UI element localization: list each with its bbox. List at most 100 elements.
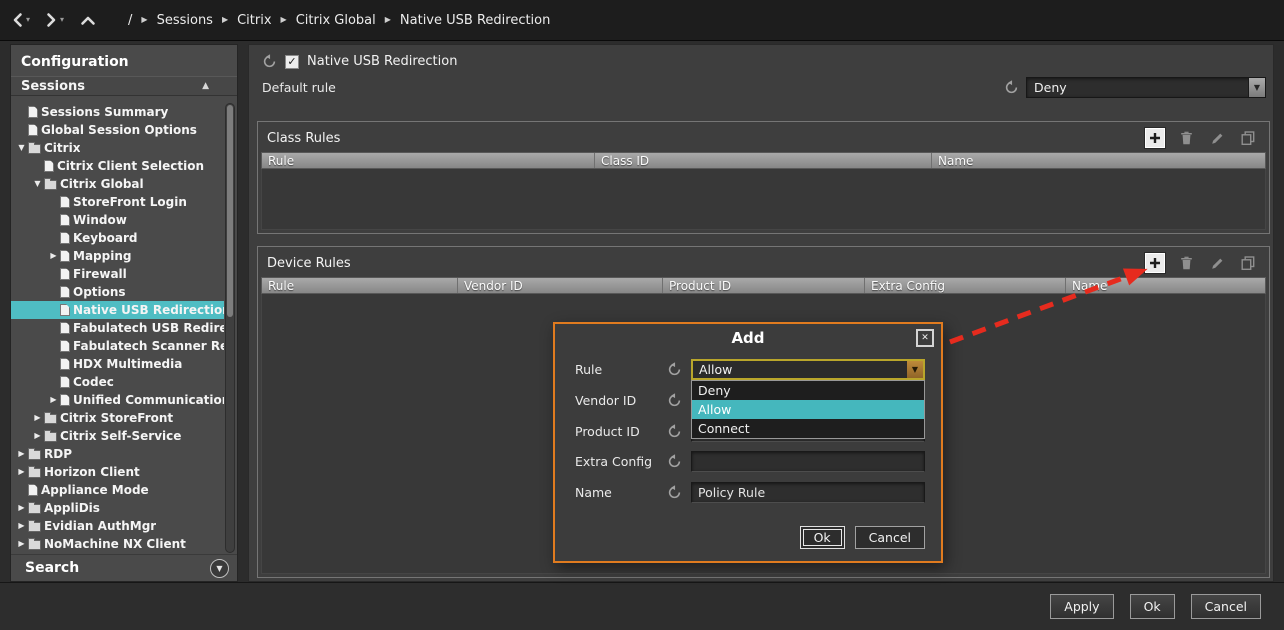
add-class-rule-button[interactable] — [1145, 128, 1165, 148]
breadcrumb-item-citrix[interactable]: Citrix — [237, 13, 271, 28]
ok-button[interactable]: Ok — [1130, 594, 1175, 619]
reset-icon[interactable] — [667, 362, 691, 377]
breadcrumb-root[interactable]: / — [128, 13, 132, 28]
tree-item[interactable]: ▼Citrix — [11, 139, 224, 157]
folder-icon — [28, 468, 41, 478]
back-history-dropdown-icon[interactable]: ▾ — [26, 16, 30, 24]
tree-item[interactable]: Codec — [11, 373, 224, 391]
tree-item[interactable]: Window — [11, 211, 224, 229]
back-button[interactable] — [12, 12, 23, 28]
dropdown-option-connect[interactable]: Connect — [692, 419, 924, 438]
tree-item[interactable]: HDX Multimedia — [11, 355, 224, 373]
expand-icon[interactable]: ▶ — [15, 540, 28, 548]
extra-config-input[interactable] — [691, 451, 925, 472]
tree-item[interactable]: Appliance Mode — [11, 481, 224, 499]
column-header-vendor-id[interactable]: Vendor ID — [458, 278, 663, 293]
dropdown-arrow-icon[interactable]: ▼ — [907, 361, 923, 378]
sidebar-scrollbar[interactable] — [225, 103, 235, 553]
cancel-button[interactable]: Cancel — [1191, 594, 1261, 619]
rule-select-value: Allow — [693, 362, 907, 377]
column-header-rule[interactable]: Rule — [262, 278, 458, 293]
default-rule-select[interactable]: Deny ▼ — [1026, 77, 1266, 98]
expand-icon[interactable]: ▶ — [31, 432, 44, 440]
up-button[interactable] — [80, 15, 96, 26]
column-header-name[interactable]: Name — [1066, 278, 1265, 293]
sidebar-section-sessions[interactable]: Sessions ▲ — [11, 76, 237, 96]
enable-checkbox[interactable]: ✓ — [285, 55, 299, 69]
tree-item[interactable]: Sessions Summary — [11, 103, 224, 121]
tree-item[interactable]: Fabulatech Scanner Re — [11, 337, 224, 355]
tree-item-label: Horizon Client — [41, 465, 140, 479]
tree-item[interactable]: Options — [11, 283, 224, 301]
collapse-icon[interactable]: ▼ — [31, 180, 44, 188]
name-input[interactable] — [691, 482, 925, 503]
document-icon — [60, 250, 70, 262]
dropdown-option-allow-selected[interactable]: Allow — [692, 400, 924, 419]
forward-button[interactable] — [46, 12, 57, 28]
search-section[interactable]: Search ▼ — [11, 554, 237, 581]
tree-item[interactable]: ▶Citrix Self-Service — [11, 427, 224, 445]
tree-item[interactable]: ▶NoMachine NX Client — [11, 535, 224, 553]
edit-device-rule-button[interactable] — [1207, 253, 1227, 273]
tree-item[interactable]: ▼Citrix Global — [11, 175, 224, 193]
reset-icon[interactable] — [667, 424, 691, 439]
tree-item[interactable]: ▶Mapping — [11, 247, 224, 265]
expand-icon[interactable]: ▶ — [15, 522, 28, 530]
duplicate-class-rule-button[interactable] — [1238, 128, 1258, 148]
tree-item-label: Options — [70, 285, 126, 299]
column-header-name[interactable]: Name — [932, 153, 1265, 168]
tree-item-selected[interactable]: Native USB Redirection — [11, 301, 224, 319]
tree-item[interactable]: StoreFront Login — [11, 193, 224, 211]
reset-icon[interactable] — [1004, 80, 1019, 95]
breadcrumb-item-citrix-global[interactable]: Citrix Global — [296, 13, 376, 28]
reset-icon[interactable] — [262, 54, 277, 69]
forward-history-dropdown-icon[interactable]: ▾ — [60, 16, 64, 24]
tree-item[interactable]: ▶Citrix StoreFront — [11, 409, 224, 427]
field-label: Rule — [575, 362, 667, 377]
reset-icon[interactable] — [667, 454, 691, 469]
add-device-rule-button[interactable] — [1145, 253, 1165, 273]
reset-icon[interactable] — [667, 393, 691, 408]
duplicate-device-rule-button[interactable] — [1238, 253, 1258, 273]
section-collapse-icon[interactable]: ▲ — [202, 82, 209, 91]
expand-icon[interactable]: ▶ — [47, 252, 60, 260]
tree-item[interactable]: ▶Evidian AuthMgr — [11, 517, 224, 535]
tree-item[interactable]: Keyboard — [11, 229, 224, 247]
apply-button[interactable]: Apply — [1050, 594, 1113, 619]
column-header-product-id[interactable]: Product ID — [663, 278, 865, 293]
tree-item[interactable]: Firewall — [11, 265, 224, 283]
dialog-ok-button[interactable]: Ok — [800, 526, 845, 549]
scrollbar-thumb[interactable] — [227, 105, 233, 317]
tree-item[interactable]: ▶RDP — [11, 445, 224, 463]
dropdown-option-deny[interactable]: Deny — [692, 381, 924, 400]
dialog-cancel-button[interactable]: Cancel — [855, 526, 925, 549]
expand-icon[interactable]: ▶ — [15, 450, 28, 458]
breadcrumb-item-native-usb-redirection[interactable]: Native USB Redirection — [400, 13, 550, 28]
close-icon[interactable]: ✕ — [916, 329, 934, 347]
search-expand-button[interactable]: ▼ — [210, 559, 229, 578]
tree-item[interactable]: ▶AppliDis — [11, 499, 224, 517]
expand-icon[interactable]: ▶ — [47, 396, 60, 404]
column-header-extra-config[interactable]: Extra Config — [865, 278, 1066, 293]
tree-item[interactable]: ▶ Horizon Client — [11, 463, 224, 481]
breadcrumb-item-sessions[interactable]: Sessions — [157, 13, 213, 28]
rule-select[interactable]: Allow ▼ — [691, 359, 925, 380]
delete-device-rule-button[interactable] — [1176, 253, 1196, 273]
edit-class-rule-button[interactable] — [1207, 128, 1227, 148]
expand-icon[interactable]: ▶ — [31, 414, 44, 422]
delete-class-rule-button[interactable] — [1176, 128, 1196, 148]
dialog-title: Add — [555, 324, 941, 347]
expand-icon[interactable]: ▶ — [15, 468, 28, 476]
add-dialog: Add ✕ Rule Allow ▼ Vendor ID Product ID … — [553, 322, 943, 563]
dropdown-arrow-icon[interactable]: ▼ — [1248, 78, 1265, 97]
tree-item[interactable]: ▶Unified Communications — [11, 391, 224, 409]
column-header-rule[interactable]: Rule — [262, 153, 595, 168]
tree-item[interactable]: Fabulatech USB Redirec — [11, 319, 224, 337]
collapse-icon[interactable]: ▼ — [15, 144, 28, 152]
document-icon — [60, 196, 70, 208]
expand-icon[interactable]: ▶ — [15, 504, 28, 512]
column-header-class-id[interactable]: Class ID — [595, 153, 932, 168]
tree-item[interactable]: Global Session Options — [11, 121, 224, 139]
tree-item[interactable]: Citrix Client Selection — [11, 157, 224, 175]
reset-icon[interactable] — [667, 485, 691, 500]
